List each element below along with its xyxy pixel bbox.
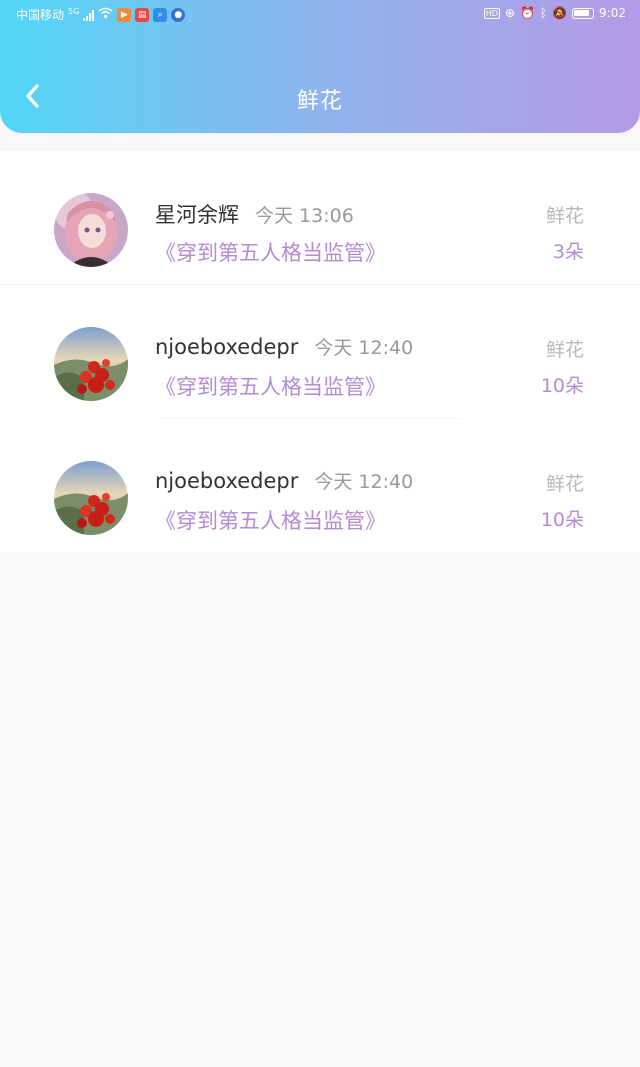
user-name-text: njoeboxedepr xyxy=(155,335,299,359)
book-title[interactable]: 《穿到第五人格当监管》 xyxy=(155,505,386,535)
hd-badge: HD xyxy=(483,7,500,19)
alarm-icon: ⏰ xyxy=(519,6,535,20)
user-name: njoeboxedepr 今天 12:40 xyxy=(155,333,413,360)
gift-type: 鲜花 xyxy=(545,205,584,227)
list-item[interactable]: njoeboxedepr 今天 12:40 《穿到第五人格当监管》 鲜花 10朵 xyxy=(0,419,640,553)
status-left: 中国移动 5G ▶ ▤ ⌕ ● xyxy=(16,6,186,23)
gift-type: 鲜花 xyxy=(545,339,584,361)
reader-app-icon: ▤ xyxy=(135,7,150,22)
user-name: njoeboxedepr 今天 12:40 xyxy=(155,467,413,494)
list-item[interactable]: njoeboxedepr 今天 12:40 《穿到第五人格当监管》 鲜花 10朵 xyxy=(0,285,640,419)
network-label: 5G xyxy=(68,7,80,16)
wifi-icon xyxy=(98,7,113,22)
signal-icon xyxy=(83,9,95,21)
book-title[interactable]: 《穿到第五人格当监管》 xyxy=(155,371,386,401)
record-time: 今天 12:40 xyxy=(314,337,414,359)
avatar[interactable] xyxy=(54,327,128,401)
gift-count: 10朵 xyxy=(540,375,584,397)
list-item[interactable]: 星河余辉 今天 13:06 《穿到第五人格当监管》 鲜花 3朵 xyxy=(0,151,640,285)
video-app-icon: ▶ xyxy=(117,7,132,22)
avatar[interactable] xyxy=(54,193,128,267)
gift-count: 3朵 xyxy=(552,241,584,263)
status-right: HD ⊕ ⏰ ᛒ 🔕 9:02 xyxy=(483,6,626,20)
book-title[interactable]: 《穿到第五人格当监管》 xyxy=(155,237,386,267)
app-header: 中国移动 5G ▶ ▤ ⌕ ● HD ⊕ ⏰ ᛒ 🔕 9:02 鲜花 xyxy=(0,0,640,133)
browser-app-icon: ● xyxy=(171,7,186,22)
user-name: 星河余辉 今天 13:06 xyxy=(155,199,354,229)
carrier-label: 中国移动 xyxy=(16,8,65,22)
mute-icon: 🔕 xyxy=(552,6,568,20)
avatar[interactable] xyxy=(54,461,128,535)
battery-icon xyxy=(572,7,595,19)
status-bar: 中国移动 5G ▶ ▤ ⌕ ● HD ⊕ ⏰ ᛒ 🔕 9:02 xyxy=(0,0,640,28)
page-title: 鲜花 xyxy=(296,89,343,114)
clock-label: 9:02 xyxy=(599,6,626,20)
search-app-icon: ⌕ xyxy=(153,7,168,22)
nfc-icon: ⊕ xyxy=(504,6,515,20)
user-name-text: 星河余辉 xyxy=(155,203,239,227)
gift-count: 10朵 xyxy=(540,509,584,531)
record-time: 今天 13:06 xyxy=(255,205,354,227)
gift-record-list: 星河余辉 今天 13:06 《穿到第五人格当监管》 鲜花 3朵 njoeboxed… xyxy=(0,151,640,552)
user-name-text: njoeboxedepr xyxy=(155,469,299,493)
record-time: 今天 12:40 xyxy=(314,471,414,493)
gift-type: 鲜花 xyxy=(545,473,584,495)
bluetooth-icon: ᛒ xyxy=(539,6,548,20)
